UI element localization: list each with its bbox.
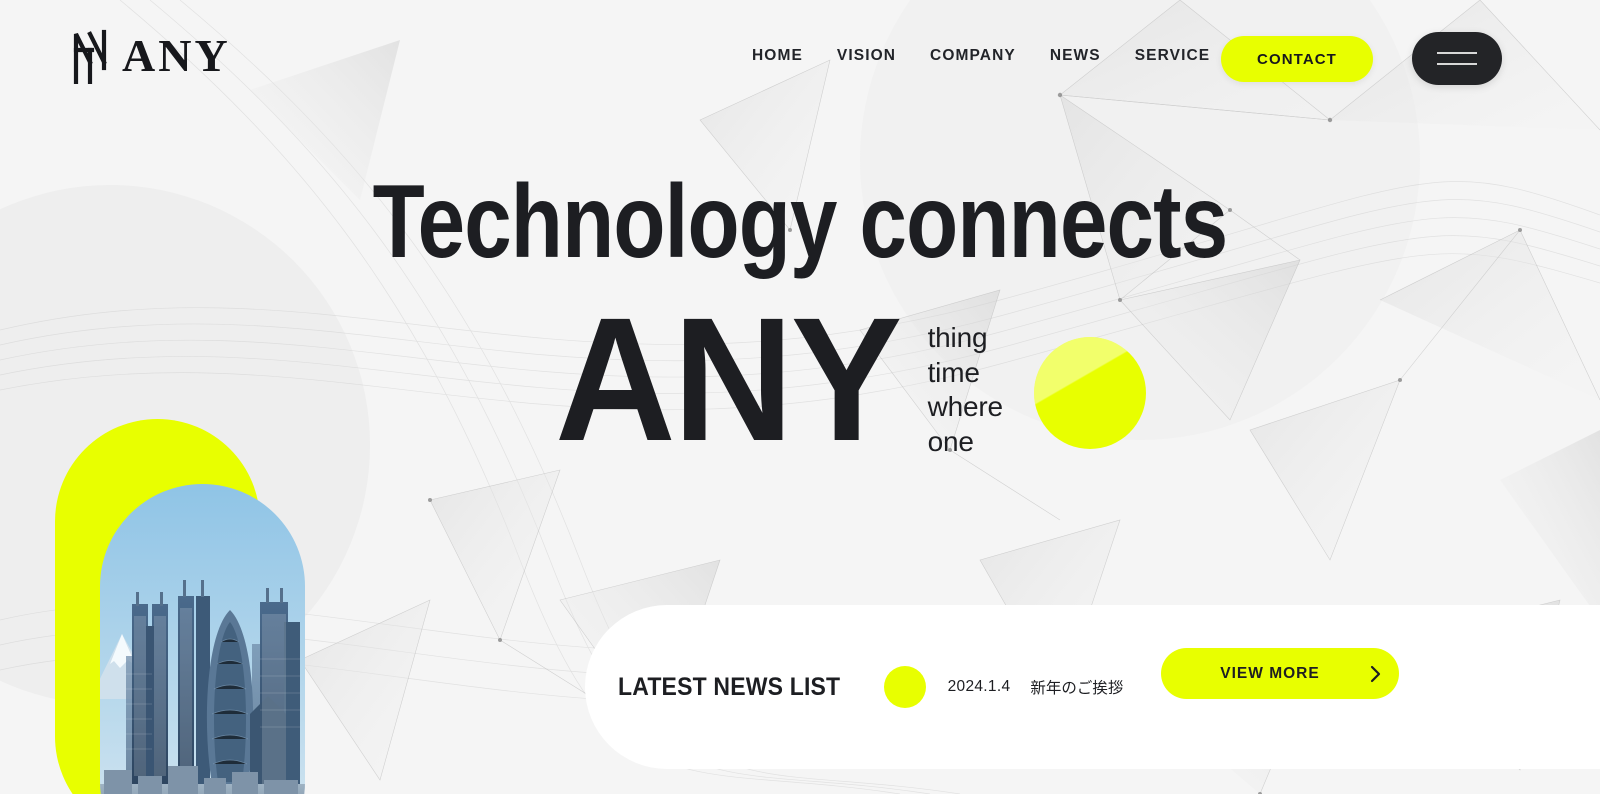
hero-suffix-list: thing time where one [928,305,1003,460]
news-list-item[interactable]: 2024.1.4 新年のご挨拶 [948,676,1124,698]
hero-wordmark: ANY [555,282,902,478]
yellow-circle-decoration [1034,337,1146,449]
chevron-right-icon [1353,665,1399,683]
view-more-label: VIEW MORE [1220,664,1320,682]
brand-logo[interactable]: ANY [70,28,231,84]
nav-item-home[interactable]: HOME [735,47,820,65]
shinjuku-skyline-photo [100,484,305,794]
hamburger-menu-icon[interactable] [1412,32,1502,85]
hero-headline: Technology connects [372,164,1229,280]
hero-suffix-where: where [927,391,1003,423]
nav-item-vision[interactable]: VISION [820,47,913,65]
site-header: ANY HOME VISION COMPANY NEWS SERVICE REC… [0,0,1600,116]
latest-news-title: LATEST NEWS LIST [618,672,841,701]
hamburger-line-bottom [1437,63,1477,65]
nav-item-news[interactable]: NEWS [1033,47,1118,65]
hero-suffix-time: time [927,356,980,388]
latest-news-content: LATEST NEWS LIST 2024.1.4 新年のご挨拶 [618,605,1123,769]
hero-wordmark-lockup: ANY thing time where one [555,282,1003,478]
hamburger-line-top [1437,52,1477,54]
nav-item-service[interactable]: SERVICE [1118,47,1227,65]
any-monogram-icon [73,29,107,84]
brand-logo-text: ANY [122,30,231,81]
news-item-date: 2024.1.4 [947,678,1011,695]
page-root: ANY HOME VISION COMPANY NEWS SERVICE REC… [0,0,1600,794]
contact-button[interactable]: CONTACT [1221,36,1373,82]
hero-suffix-one: one [927,426,974,458]
view-more-button[interactable]: VIEW MORE [1161,648,1399,699]
news-item-title: 新年のご挨拶 [1030,680,1124,697]
hero-suffix-thing: thing [927,322,988,353]
contact-button-label: CONTACT [1257,50,1337,68]
nav-item-company[interactable]: COMPANY [913,47,1033,65]
latest-news-card: LATEST NEWS LIST 2024.1.4 新年のご挨拶 [585,605,1600,769]
yellow-circle-bullet [883,666,926,708]
